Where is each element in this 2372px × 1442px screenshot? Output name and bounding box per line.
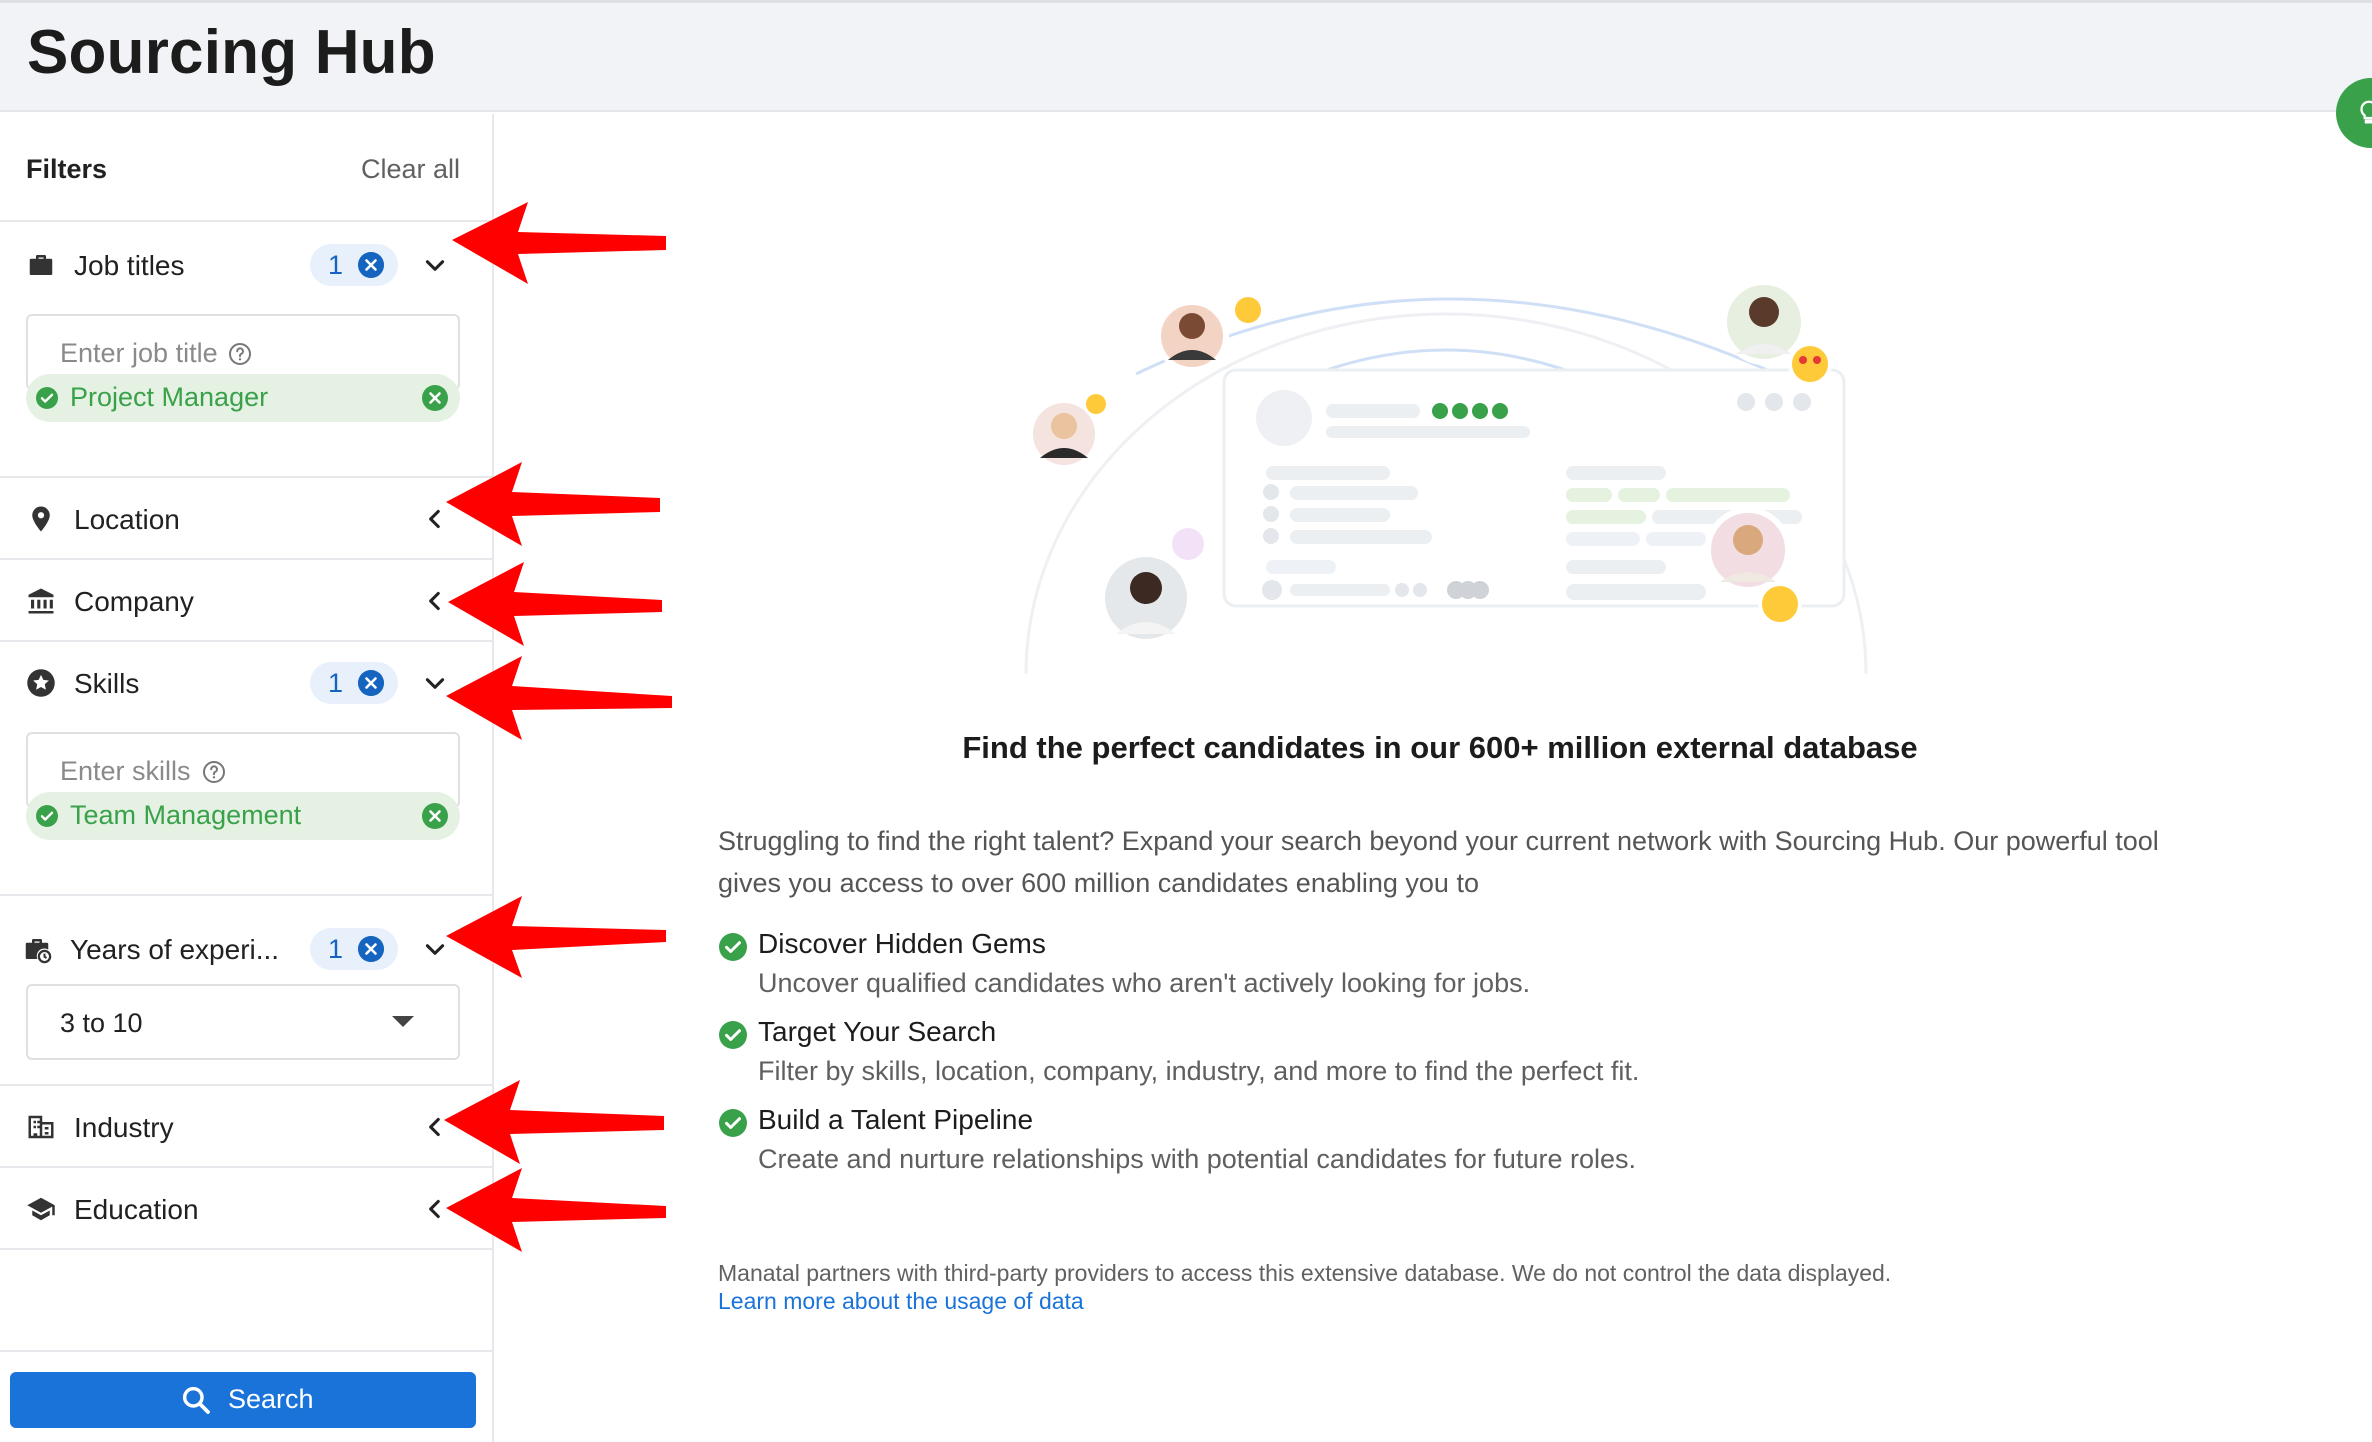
- intro-text: Struggling to find the right talent? Exp…: [718, 826, 2159, 898]
- skill-chip[interactable]: Team Management: [26, 792, 460, 840]
- benefit-title: Target Your Search: [758, 1016, 997, 1047]
- help-circle-icon[interactable]: [228, 342, 252, 366]
- briefcase-clock-icon: [25, 939, 52, 964]
- check-circle-icon: [719, 1021, 747, 1049]
- star-circle-icon: [27, 669, 55, 697]
- skills-placeholder: Enter skills: [60, 756, 191, 786]
- skills-section: Skills 1 Enter skills Team Management: [0, 642, 492, 896]
- search-button-label: Search: [228, 1384, 314, 1414]
- clear-filter-icon[interactable]: [358, 252, 384, 278]
- location-pin-icon: [32, 506, 50, 532]
- education-header[interactable]: Education: [0, 1168, 492, 1248]
- lightbulb-icon: [2360, 100, 2372, 124]
- experience-label: Years of experi...: [70, 934, 280, 965]
- check-circle-icon: [719, 1109, 747, 1137]
- main-content: Find the perfect candidates in our 600+ …: [496, 114, 2372, 1442]
- job-titles-count: 1: [328, 250, 344, 280]
- clear-filter-icon[interactable]: [358, 936, 384, 962]
- page-title: Sourcing Hub: [27, 18, 436, 87]
- bank-icon: [28, 588, 54, 614]
- benefit-description: Filter by skills, location, company, ind…: [758, 1056, 1640, 1086]
- job-titles-section: Job titles 1 Enter job title Project Man…: [0, 224, 492, 478]
- dropdown-caret-icon: [392, 1016, 414, 1027]
- experience-select[interactable]: 3 to 10: [26, 984, 460, 1060]
- remove-chip-icon[interactable]: [422, 803, 448, 829]
- filters-header: Filters Clear all: [0, 114, 492, 222]
- building-icon: [28, 1115, 54, 1139]
- job-title-placeholder: Enter job title: [60, 338, 218, 368]
- industry-section: Industry: [0, 1086, 492, 1168]
- benefit-description: Uncover qualified candidates who aren't …: [758, 968, 1531, 998]
- job-titles-header[interactable]: Job titles 1: [0, 224, 492, 304]
- location-label: Location: [74, 504, 180, 535]
- search-icon: [182, 1386, 210, 1414]
- experience-count-badge[interactable]: 1: [310, 928, 398, 970]
- skills-header[interactable]: Skills 1: [0, 642, 492, 722]
- search-button[interactable]: Search: [10, 1372, 476, 1428]
- chevron-down-icon[interactable]: [422, 670, 448, 696]
- chevron-left-icon[interactable]: [422, 588, 448, 614]
- filters-sidebar: Filters Clear all Job titles 1 Enter job…: [0, 114, 494, 1442]
- learn-more-link[interactable]: Learn more about the usage of data: [718, 1288, 1084, 1315]
- chevron-left-icon[interactable]: [422, 1196, 448, 1222]
- skills-count-badge[interactable]: 1: [310, 662, 398, 704]
- main-headline: Find the perfect candidates in our 600+ …: [962, 730, 1918, 765]
- skills-count: 1: [328, 668, 344, 698]
- data-disclaimer: Manatal partners with third-party provid…: [718, 1260, 1892, 1286]
- experience-section: Years of experi... 1 3 to 10: [0, 896, 492, 1086]
- help-circle-icon[interactable]: [202, 760, 226, 784]
- skill-chip-label: Team Management: [70, 800, 302, 830]
- check-circle-icon: [36, 805, 58, 827]
- company-section: Company: [0, 560, 492, 642]
- skills-label: Skills: [74, 668, 140, 699]
- education-section: Education: [0, 1168, 492, 1250]
- remove-chip-icon[interactable]: [422, 385, 448, 411]
- industry-header[interactable]: Industry: [0, 1086, 492, 1166]
- check-circle-icon: [719, 933, 747, 961]
- location-section: Location: [0, 478, 492, 560]
- job-title-chip-label: Project Manager: [70, 382, 269, 412]
- job-titles-count-badge[interactable]: 1: [310, 244, 398, 286]
- chevron-down-icon[interactable]: [422, 936, 448, 962]
- job-title-chip[interactable]: Project Manager: [26, 374, 460, 422]
- clear-all-button[interactable]: Clear all: [361, 154, 460, 185]
- experience-header[interactable]: Years of experi... 1: [0, 908, 492, 988]
- search-footer: Search: [0, 1350, 492, 1442]
- graduation-cap-icon: [27, 1197, 55, 1221]
- job-titles-label: Job titles: [74, 250, 185, 281]
- experience-selected-value: 3 to 10: [60, 1008, 143, 1038]
- benefit-description: Create and nurture relationships with po…: [758, 1144, 1637, 1174]
- industry-label: Industry: [74, 1112, 174, 1143]
- clear-filter-icon[interactable]: [358, 670, 384, 696]
- benefit-title: Discover Hidden Gems: [758, 928, 1046, 959]
- chevron-left-icon[interactable]: [422, 506, 448, 532]
- company-header[interactable]: Company: [0, 560, 492, 640]
- company-label: Company: [74, 586, 194, 617]
- app-header: Sourcing Hub: [0, 0, 2372, 112]
- benefit-title: Build a Talent Pipeline: [758, 1104, 1034, 1135]
- briefcase-icon: [29, 255, 53, 275]
- location-header[interactable]: Location: [0, 478, 492, 558]
- experience-count: 1: [328, 934, 344, 964]
- chevron-down-icon[interactable]: [422, 252, 448, 278]
- education-label: Education: [74, 1194, 199, 1225]
- check-circle-icon: [36, 387, 58, 409]
- filters-title: Filters: [26, 154, 108, 184]
